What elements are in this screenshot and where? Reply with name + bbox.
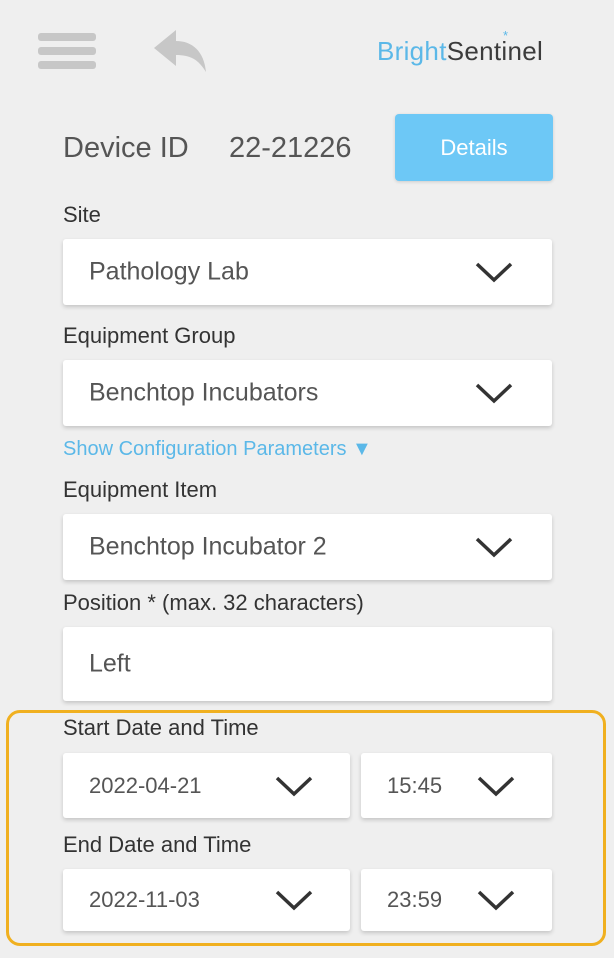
hamburger-menu-icon[interactable] (38, 33, 96, 73)
chevron-down-icon (477, 776, 515, 796)
equipment-item-select[interactable]: Benchtop Incubator 2 (63, 514, 552, 580)
site-label: Site (63, 202, 101, 227)
equipment-item-value: Benchtop Incubator 2 (89, 532, 327, 561)
position-input[interactable]: Left (63, 627, 552, 701)
end-time-value: 23:59 (387, 887, 443, 912)
end-date-select[interactable]: 2022-11-03 (63, 869, 350, 931)
end-date-value: 2022-11-03 (89, 887, 200, 912)
chevron-down-icon (477, 890, 515, 911)
equipment-group-value: Benchtop Incubators (89, 378, 319, 407)
device-id-value: 22-21226 (229, 132, 352, 164)
chevron-down-icon (275, 776, 313, 796)
chevron-down-icon (475, 537, 513, 558)
end-date-time-label: End Date and Time (63, 832, 252, 857)
show-configuration-parameters-link[interactable]: Show Configuration Parameters ▼ (63, 438, 372, 461)
equipment-group-label: Equipment Group (63, 323, 236, 348)
equipment-item-label: Equipment Item (63, 477, 218, 502)
start-date-select[interactable]: 2022-04-21 (63, 753, 350, 818)
position-label: Position * (max. 32 characters) (63, 590, 364, 615)
end-time-select[interactable]: 23:59 (361, 869, 552, 931)
chevron-down-icon (475, 383, 513, 404)
chevron-down-icon (475, 262, 513, 283)
start-time-select[interactable]: 15:45 (361, 753, 552, 818)
site-select[interactable]: Pathology Lab (63, 239, 552, 305)
site-value: Pathology Lab (89, 257, 249, 286)
back-arrow-icon[interactable] (150, 26, 210, 76)
start-date-value: 2022-04-21 (89, 772, 202, 798)
equipment-group-select[interactable]: Benchtop Incubators (63, 360, 552, 426)
position-value: Left (89, 649, 131, 678)
start-time-value: 15:45 (387, 772, 443, 798)
brightsentinel-logo: BrightSentinel * (377, 28, 544, 66)
device-id-label: Device ID (63, 132, 189, 164)
logo-mark: * (503, 28, 509, 43)
start-date-time-label: Start Date and Time (63, 715, 259, 740)
chevron-down-icon (275, 890, 313, 911)
details-button[interactable]: Details (395, 114, 553, 181)
